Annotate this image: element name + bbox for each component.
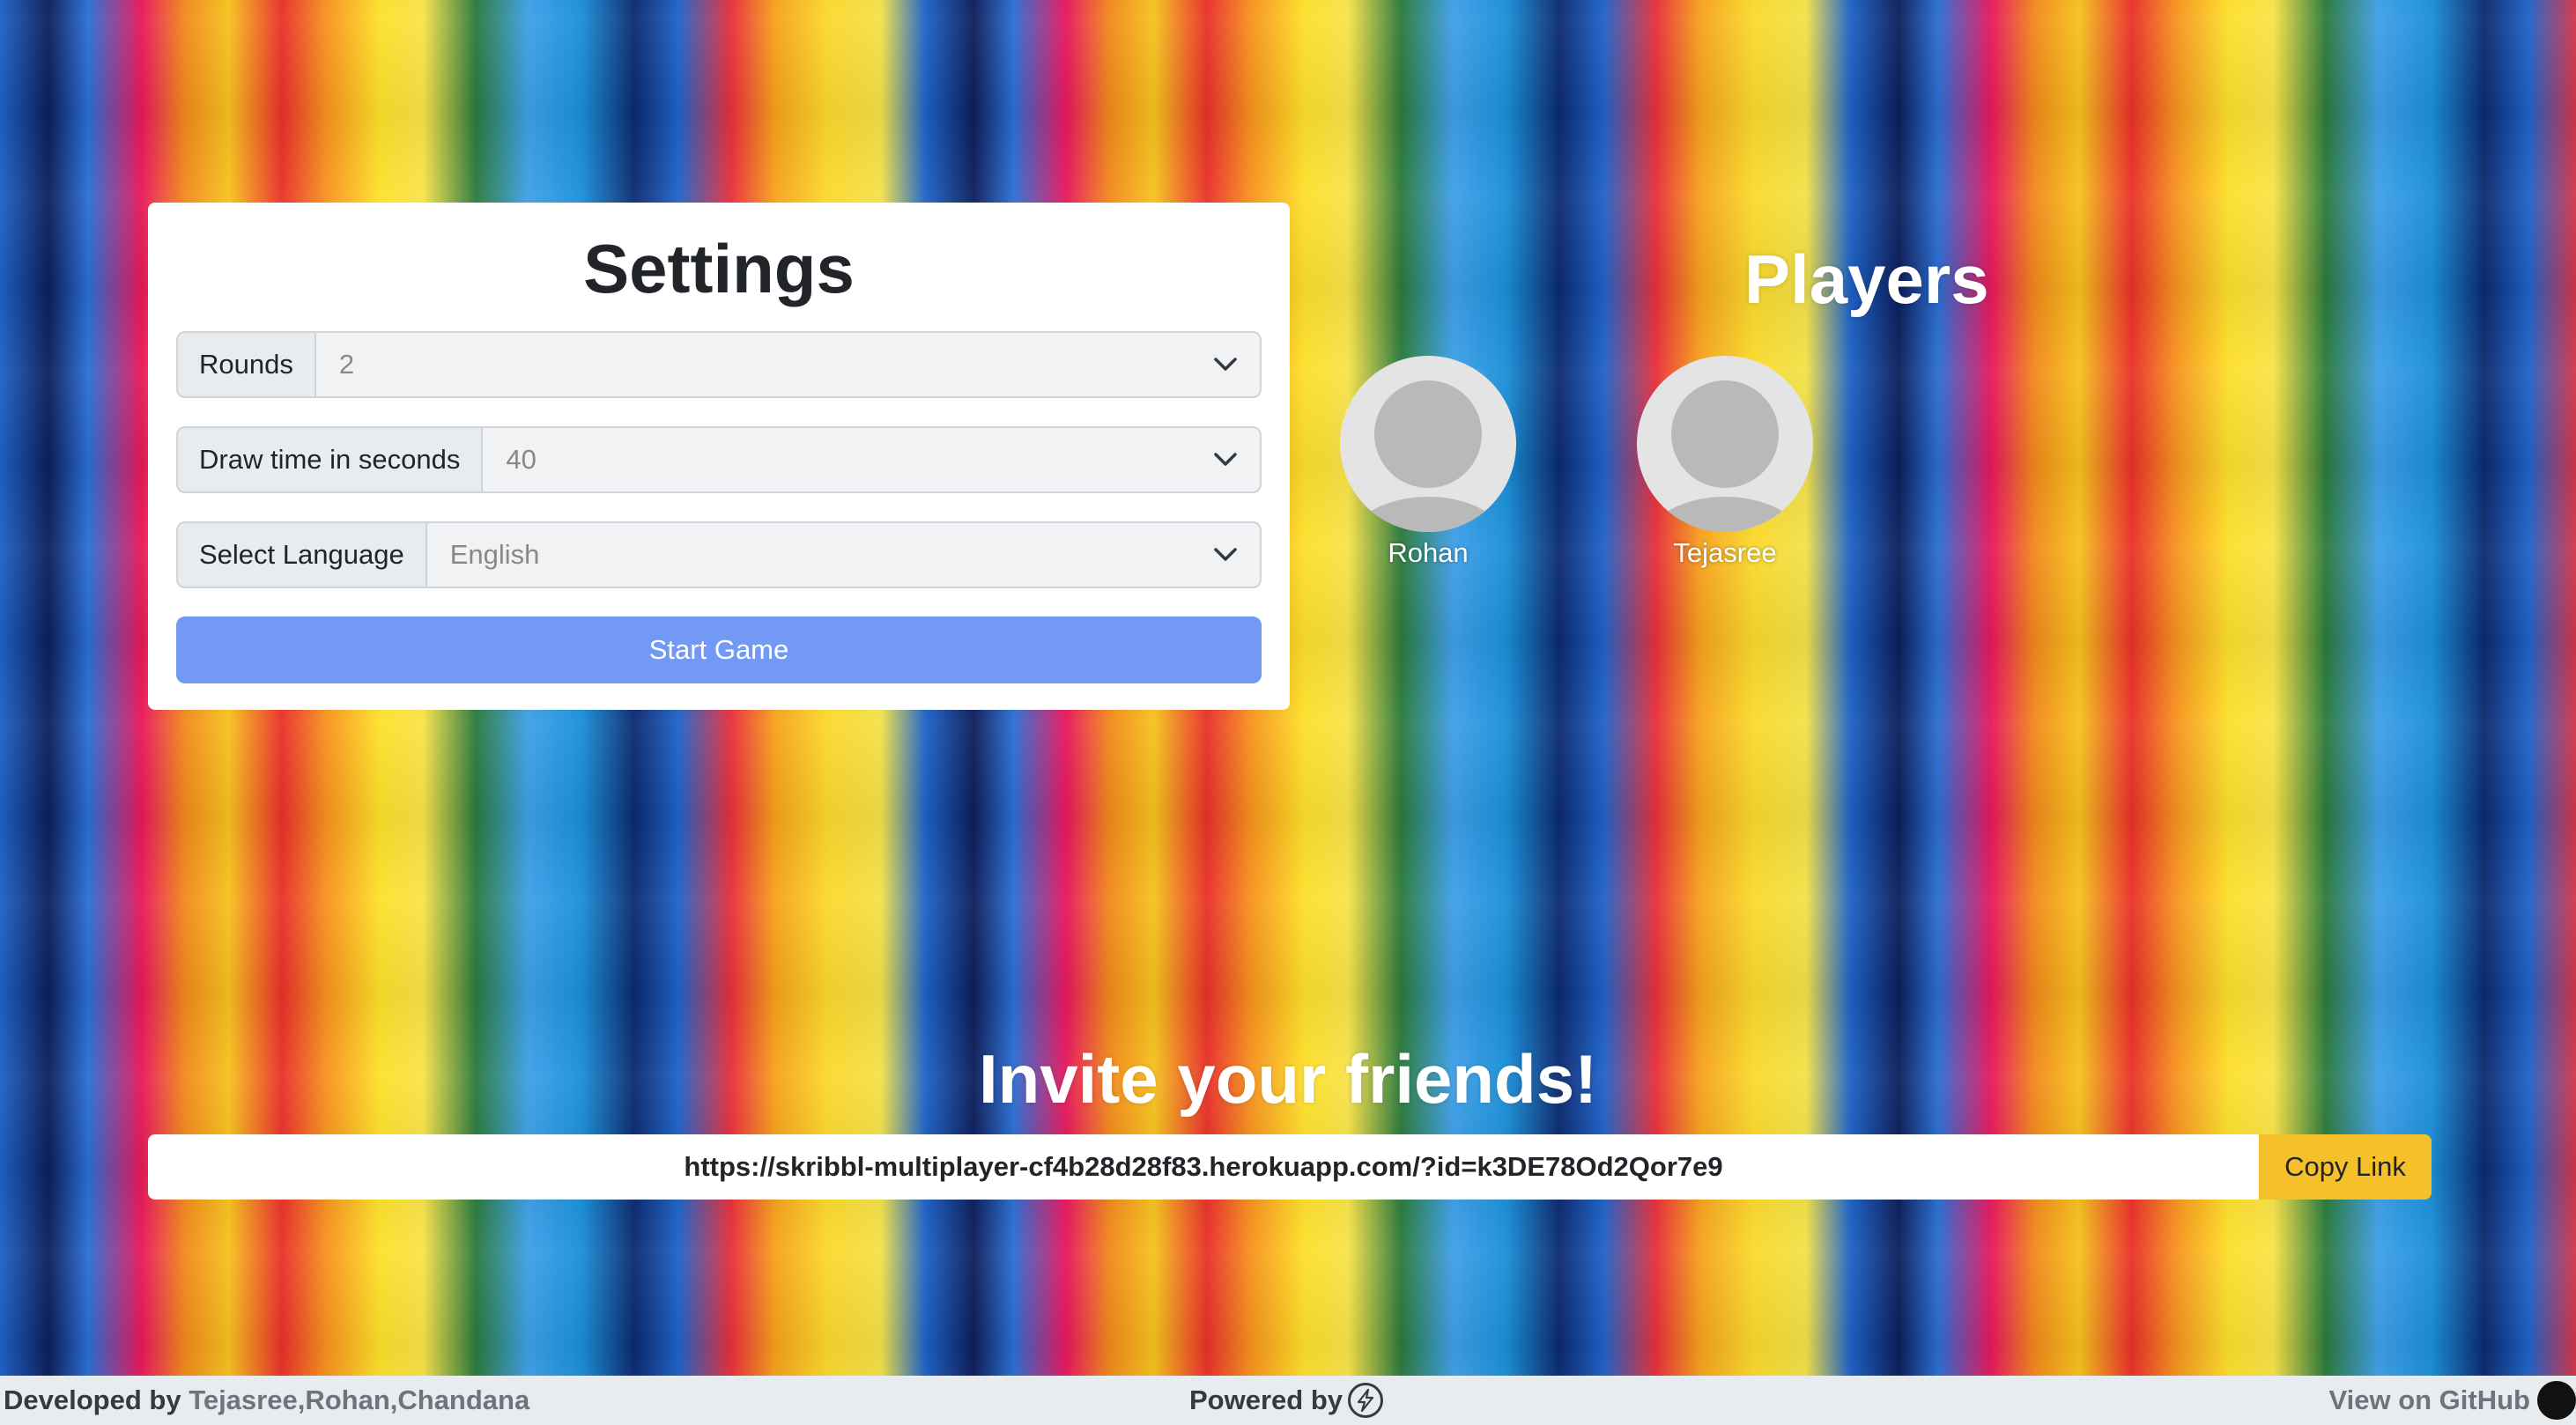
- powered-by[interactable]: Powered by: [1189, 1383, 1383, 1418]
- footer: Developed by Tejasree,Rohan,Chandana Pow…: [0, 1376, 2576, 1425]
- rounds-select[interactable]: 2: [315, 333, 1260, 396]
- user-avatar-icon: [1637, 356, 1813, 532]
- invite-link-group: https://skribbl-multiplayer-cf4b28d28f83…: [148, 1134, 2432, 1200]
- copy-link-button[interactable]: Copy Link: [2259, 1134, 2432, 1200]
- invite-link-field[interactable]: https://skribbl-multiplayer-cf4b28d28f83…: [148, 1134, 2259, 1200]
- settings-title: Settings: [583, 230, 855, 307]
- drawtime-value: 40: [506, 444, 537, 475]
- github-icon: [2537, 1381, 2576, 1420]
- github-label: View on GitHub: [2328, 1384, 2531, 1415]
- player-card: Rohan: [1336, 356, 1521, 569]
- start-game-button[interactable]: Start Game: [176, 617, 1262, 683]
- developed-by-label: Developed by: [4, 1384, 189, 1415]
- player-name: Rohan: [1388, 537, 1469, 568]
- player-name: Tejasree: [1673, 537, 1777, 568]
- drawtime-select[interactable]: 40: [483, 428, 1260, 491]
- rounds-value: 2: [338, 349, 355, 380]
- chevron-down-icon: [1214, 358, 1237, 371]
- rounds-label: Rounds: [178, 333, 316, 396]
- lightning-bolt-icon: [1348, 1383, 1383, 1418]
- chevron-down-icon: [1214, 548, 1237, 561]
- drawtime-label: Draw time in seconds: [178, 428, 484, 491]
- language-label: Select Language: [178, 523, 427, 587]
- player-card: Tejasree: [1632, 356, 1817, 569]
- view-on-github-link[interactable]: View on GitHub: [2329, 1381, 2576, 1420]
- invite-title: Invite your friends!: [978, 1040, 1598, 1118]
- rounds-group: Rounds 2: [176, 331, 1262, 398]
- developed-by: Developed by Tejasree,Rohan,Chandana: [4, 1384, 529, 1416]
- language-group: Select Language English: [176, 521, 1262, 588]
- developer-names[interactable]: Tejasree,Rohan,Chandana: [189, 1384, 529, 1415]
- language-value: English: [449, 539, 540, 570]
- settings-card: Settings Rounds 2 Draw time in seconds 4…: [148, 203, 1290, 710]
- user-avatar-icon: [1340, 356, 1516, 532]
- players-title: Players: [1744, 240, 1989, 318]
- chevron-down-icon: [1214, 453, 1237, 466]
- powered-by-label: Powered by: [1189, 1384, 1343, 1415]
- language-select[interactable]: English: [426, 523, 1260, 587]
- drawtime-group: Draw time in seconds 40: [176, 426, 1262, 493]
